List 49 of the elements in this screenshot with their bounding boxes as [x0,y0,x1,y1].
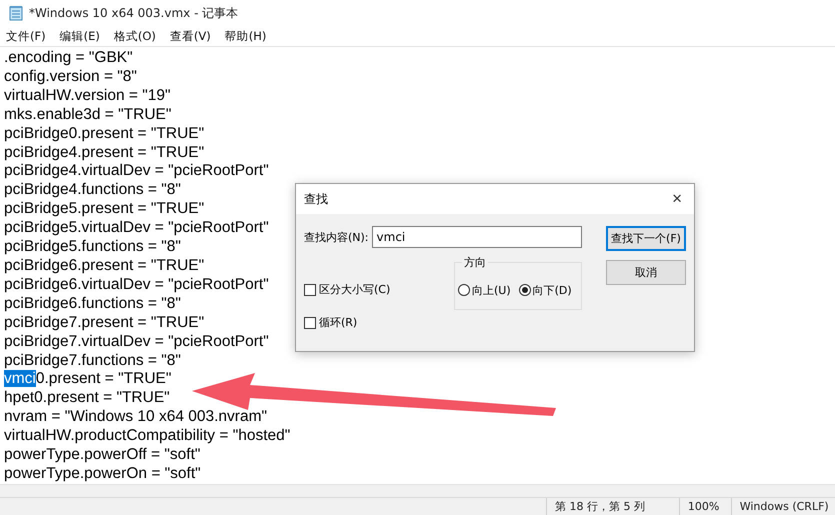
status-text: 100% [678,498,731,515]
close-button[interactable]: × [668,189,686,209]
menu-item[interactable]: 格式(O) [114,28,156,44]
radio-label: 向下(D) [532,282,572,298]
menu-item[interactable]: 文件(F) [6,28,46,44]
status-text: Windows (CRLF) [730,498,835,515]
text-line: pciBridge5.virtualDev = "pcieRootPort" [4,219,269,238]
text-line: hpet0.present = "TRUE" [4,389,170,408]
status-text: 第 18 行，第 5 列 [546,498,679,515]
text-line: vmci0.present = "TRUE" [4,370,172,390]
notepad-icon [9,5,23,21]
menu-item[interactable]: 查看(V) [170,28,211,44]
text-line: pciBridge6.virtualDev = "pcieRootPort" [4,276,269,295]
horizontal-scrollbar[interactable] [0,484,835,497]
radio-button[interactable] [518,284,531,296]
find-input[interactable]: vmci [372,226,582,248]
menu-item[interactable]: 编辑(E) [60,28,100,44]
text-line: pciBridge6.functions = "8" [4,294,181,314]
text-line: pciBridge6.present = "TRUE" [4,256,204,276]
text-line: pciBridge0.present = "TRUE" [4,124,204,144]
text-line: pciBridge7.present = "TRUE" [4,314,204,333]
text-line: mks.enable3d = "TRUE" [4,106,172,125]
dialog-title: 查找 [304,190,328,208]
text-line: virtualHW.productCompatibility = "hosted" [4,427,290,446]
checkbox-label: 循环(R) [319,315,358,330]
find-label: 查找内容(N): [304,230,369,244]
find-next-button[interactable]: 查找下一个(F) [606,226,686,251]
text-line: pciBridge4.functions = "8" [4,181,181,200]
menu-item[interactable]: 帮助(H) [224,28,266,44]
window-title: *Windows 10 x64 003.vmx - 记事本 [29,4,238,22]
text-line: powerType.powerOn = "soft" [4,464,201,484]
text-line: pciBridge4.present = "TRUE" [4,144,204,162]
radio-button[interactable] [458,284,470,296]
checkbox[interactable] [304,284,316,296]
text-line: virtualHW.version = "19" [4,86,170,106]
checkbox-label: 区分大小写(C) [319,282,390,297]
checkbox[interactable] [304,316,316,328]
text-line: .encoding = "GBK" [4,49,133,68]
text-line: pciBridge5.functions = "8" [4,238,181,257]
group-label: 方向 [462,255,488,270]
text-line: pciBridge5.present = "TRUE" [4,200,204,220]
text-line: pciBridge7.functions = "8" [4,352,181,370]
radio-label: 向上(U) [472,282,511,298]
cancel-button[interactable]: 取消 [606,260,686,285]
text-line: nvram = "Windows 10 x64 003.nvram" [4,408,267,428]
text-line: pciBridge4.virtualDev = "pcieRootPort" [4,162,269,182]
text-line: powerType.powerOff = "soft" [4,446,200,465]
text-line: config.version = "8" [4,68,137,87]
text-line: pciBridge7.virtualDev = "pcieRootPort" [4,332,269,352]
